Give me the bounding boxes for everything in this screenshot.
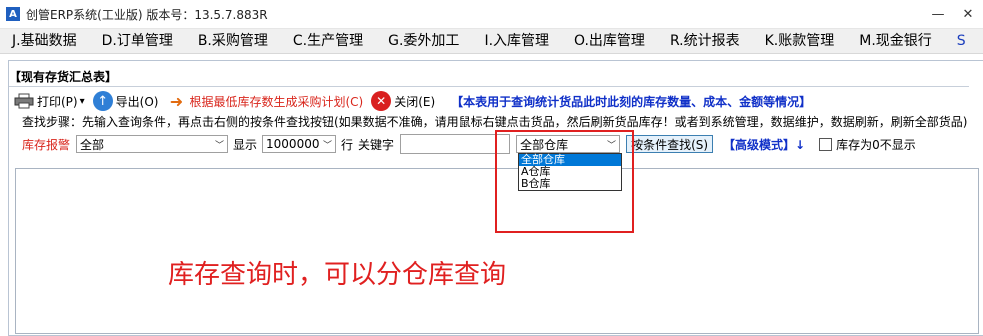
menu-inbound-management[interactable]: I.入库管理 — [472, 29, 562, 53]
close-label: 关闭(E) — [394, 94, 436, 109]
row-label: 行 — [341, 137, 354, 152]
export-label: 导出(O) — [115, 94, 159, 109]
display-count-select[interactable]: 1000000 ﹀ — [262, 135, 337, 153]
annotation-text: 库存查询时，可以分仓库查询 — [168, 260, 507, 290]
arrow-right-icon: ➜ — [169, 91, 184, 111]
chevron-down-icon: ▾ — [79, 95, 85, 107]
stock-alert-select[interactable]: 全部 ﹀ — [76, 135, 229, 153]
keyword-input[interactable] — [400, 134, 511, 154]
app-logo-icon: A — [6, 7, 20, 21]
close-icon: ✕ — [371, 91, 392, 111]
menu-outsourcing[interactable]: G.委外加工 — [376, 29, 472, 53]
menu-bar: J.基础数据 D.订单管理 B.采购管理 C.生产管理 G.委外加工 I.入库管… — [0, 29, 983, 54]
hide-zero-label: 库存为0不显示 — [836, 137, 916, 152]
hide-zero-checkbox[interactable] — [819, 137, 833, 151]
menu-outbound-management[interactable]: O.出库管理 — [562, 29, 658, 53]
display-count-value: 1000000 — [266, 137, 320, 151]
advanced-mode-link[interactable]: 【高级模式】↓ — [723, 136, 805, 153]
stock-alert-value: 全部 — [80, 137, 105, 152]
printer-icon — [14, 93, 34, 109]
display-label: 显示 — [233, 137, 258, 152]
keyword-label: 关键字 — [358, 137, 395, 152]
toolbar: 打印(P) ▾ ↑ 导出(O) ➜ 根据最低库存数生成采购计划(C) ✕ 关闭(… — [14, 90, 974, 112]
close-window-button[interactable]: ✕ — [953, 0, 983, 28]
menu-cash-bank[interactable]: M.现金银行 — [847, 29, 945, 53]
chevron-down-icon: ﹀ — [215, 140, 225, 151]
panel-title: 【现有存货汇总表】 — [9, 70, 118, 84]
title-bar: A 创管ERP系统(工业版) 版本号：13.5.7.883R — ✕ — [0, 0, 983, 29]
minimize-button[interactable]: — — [923, 0, 953, 28]
panel-divider — [9, 86, 969, 87]
close-button[interactable]: ✕ 关闭(E) — [371, 91, 435, 111]
info-description: 【本表用于查询统计货品此时此刻的库存数量、成本、金额等情况】 — [451, 94, 812, 109]
menu-production-management[interactable]: C.生产管理 — [281, 29, 376, 53]
menu-reports[interactable]: R.统计报表 — [658, 29, 753, 53]
generate-plan-label: 根据最低库存数生成采购计划(C) — [189, 94, 364, 109]
window-title: 创管ERP系统(工业版) 版本号：13.5.7.883R — [26, 7, 268, 22]
search-steps-text: 查找步骤：先输入查询条件，再点击右侧的按条件查找按钮(如果数据不准确，请用鼠标右… — [22, 115, 968, 129]
chevron-down-icon: ﹀ — [323, 140, 333, 151]
arrow-up-icon: ↑ — [92, 91, 113, 111]
export-button[interactable]: ↑ 导出(O) — [92, 91, 159, 111]
window-controls: — ✕ — [923, 0, 983, 28]
menu-order-management[interactable]: D.订单管理 — [90, 29, 186, 53]
stock-alert-label: 库存报警 — [22, 137, 71, 152]
generate-purchase-plan-button[interactable]: ➜ 根据最低库存数生成采购计划(C) — [166, 91, 364, 111]
menu-purchase-management[interactable]: B.采购管理 — [186, 29, 281, 53]
menu-basic-data[interactable]: J.基础数据 — [0, 29, 90, 53]
highlight-box — [495, 130, 634, 233]
search-by-condition-button[interactable]: 按条件查找(S) — [626, 135, 714, 153]
print-button[interactable]: 打印(P) ▾ — [14, 93, 85, 110]
menu-accounts[interactable]: K.账款管理 — [753, 29, 848, 53]
menu-system[interactable]: S — [945, 29, 966, 53]
print-label: 打印(P) — [37, 94, 78, 109]
